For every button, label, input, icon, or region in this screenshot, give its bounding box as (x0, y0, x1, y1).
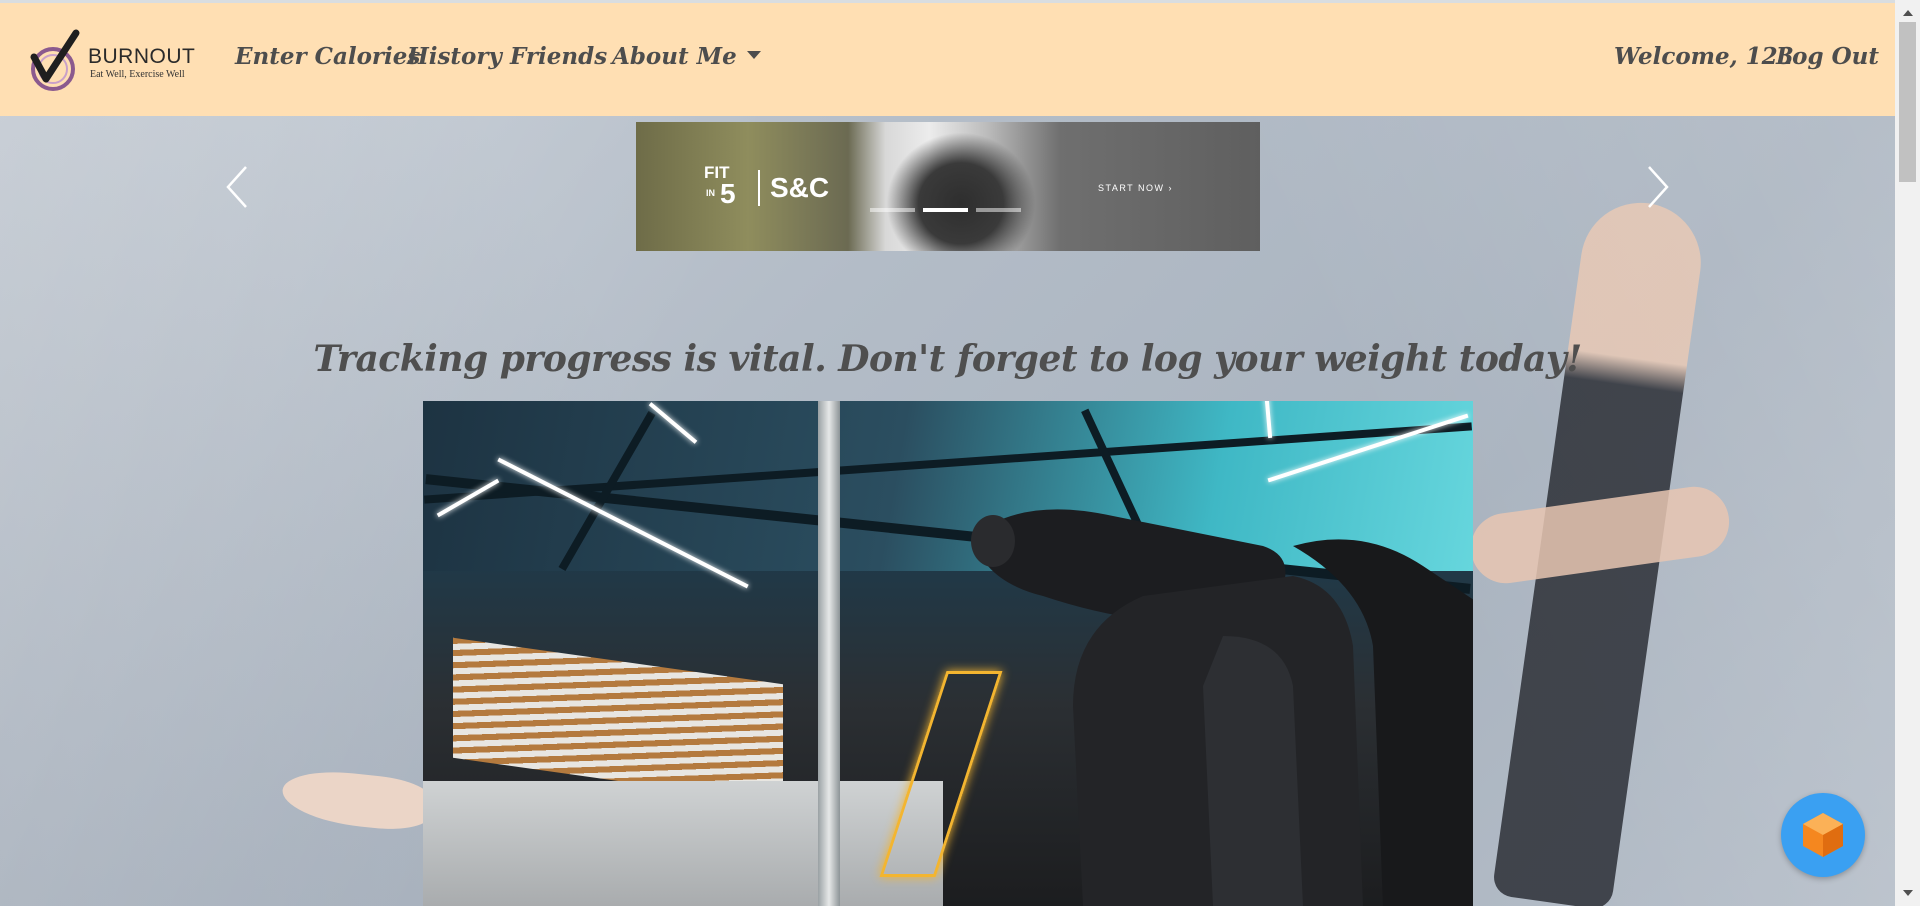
banner-divider (758, 170, 760, 206)
promo-banner[interactable]: FIT IN 5 S&C START NOW › (636, 122, 1260, 251)
gym-machine (971, 509, 1473, 906)
welcome-user[interactable]: Welcome, 123 (1614, 43, 1794, 70)
logout-link[interactable]: Log Out (1776, 43, 1879, 70)
scroll-thumb[interactable] (1899, 22, 1916, 182)
brand-name: BURNOUT (88, 45, 196, 68)
banner-start-now-link[interactable]: START NOW › (1098, 183, 1173, 193)
chat-button[interactable] (1781, 793, 1865, 877)
page-scrollbar[interactable] (1895, 0, 1920, 906)
nav-history[interactable]: History (407, 43, 502, 70)
burnout-logo-icon (30, 29, 80, 91)
brand-tagline: Eat Well, Exercise Well (90, 69, 185, 80)
carousel-indicators (870, 208, 1021, 213)
nav-about-me-dropdown[interactable]: About Me (612, 43, 761, 70)
gym-floor (423, 781, 943, 906)
chevron-right-icon[interactable] (1643, 165, 1673, 209)
scroll-down-arrow-icon[interactable] (1903, 890, 1913, 896)
navbar: BURNOUT Eat Well, Exercise Well Enter Ca… (0, 0, 1895, 116)
banner-in-text: IN (706, 188, 715, 198)
banner-five-text: 5 (720, 178, 736, 209)
cube-chat-icon (1803, 813, 1843, 857)
caret-down-icon (746, 51, 761, 59)
nav-enter-calories[interactable]: Enter Calories (235, 43, 420, 70)
banner-sc-text: S&C (770, 172, 830, 203)
nav-about-me-label: About Me (612, 43, 737, 70)
carousel-indicator[interactable] (976, 208, 1021, 212)
gym-image (423, 401, 1473, 906)
nav-friends[interactable]: Friends (510, 43, 607, 70)
brand-logo[interactable]: BURNOUT Eat Well, Exercise Well (28, 27, 198, 97)
carousel-indicator[interactable] (870, 208, 915, 212)
carousel-indicator-active[interactable] (923, 208, 968, 212)
banner-athlete-image (886, 132, 1036, 251)
scroll-up-arrow-icon[interactable] (1903, 10, 1913, 16)
gym-wood-ceiling (453, 637, 783, 805)
chevron-left-icon[interactable] (222, 165, 252, 209)
page-headline: Tracking progress is vital. Don't forget… (313, 338, 1582, 380)
page: BURNOUT Eat Well, Exercise Well Enter Ca… (0, 0, 1920, 906)
gym-pillar (818, 401, 840, 906)
